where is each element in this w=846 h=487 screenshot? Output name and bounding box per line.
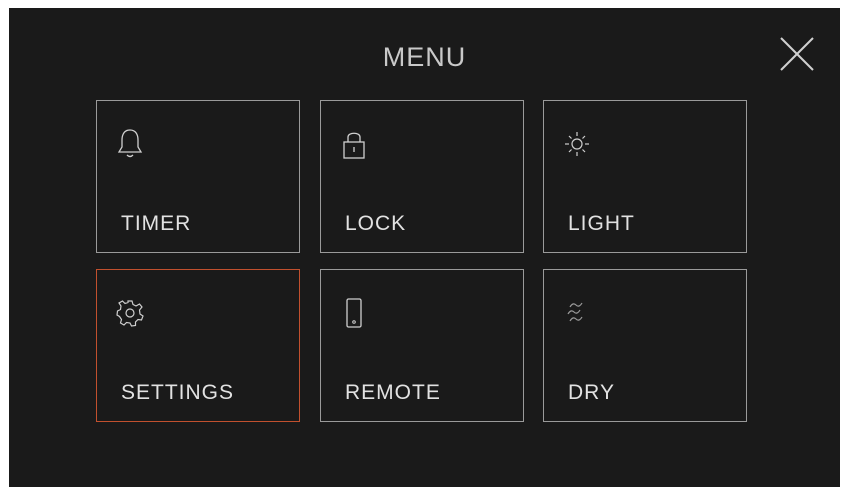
page-title: MENU: [382, 42, 467, 72]
menu-item-timer[interactable]: TIMER: [96, 100, 300, 253]
phone-icon: [346, 298, 362, 328]
menu-item-label: LOCK: [345, 212, 407, 235]
menu-item-dry[interactable]: DRY: [543, 269, 747, 422]
gear-icon: [116, 300, 144, 327]
padlock-icon: [343, 132, 365, 159]
bell-icon: [117, 129, 143, 158]
menu-item-label: SETTINGS: [121, 381, 235, 404]
menu-item-label: TIMER: [121, 212, 192, 235]
menu-item-light[interactable]: LIGHT: [543, 100, 747, 253]
sun-icon: [565, 132, 589, 156]
close-button[interactable]: [775, 32, 819, 76]
close-icon: [780, 37, 814, 71]
menu-item-label: DRY: [568, 381, 615, 404]
menu-item-lock[interactable]: LOCK: [320, 100, 524, 253]
menu-item-settings[interactable]: SETTINGS: [96, 269, 300, 422]
menu-item-remote[interactable]: REMOTE: [320, 269, 524, 422]
menu-item-label: REMOTE: [345, 381, 441, 404]
menu-item-label: LIGHT: [568, 212, 635, 235]
dry-waves-icon: [567, 302, 583, 322]
menu-screen: MENU TIMER LOCK LIGHT SETTINGS REMOTE DR…: [9, 8, 840, 487]
